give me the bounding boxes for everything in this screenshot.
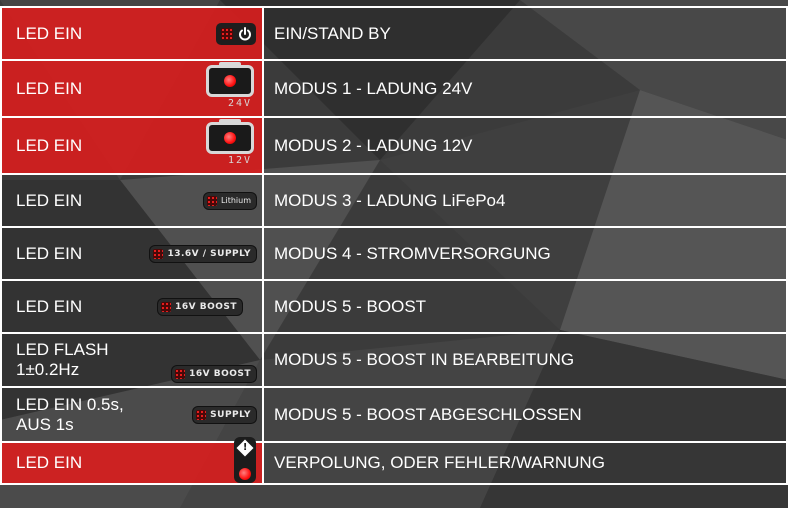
mode-cell: MODUS 5 - BOOST [264, 281, 788, 332]
table-row: LED FLASH 1±0.2Hz 16V BOOST MODUS 5 - BO… [0, 334, 788, 388]
icon-label: 16V BOOST [175, 301, 237, 312]
table-row: LED EIN 13.6V / SUPPLY MODUS 4 - STROMVE… [0, 228, 788, 281]
battery-24v-icon: 24V [204, 61, 256, 113]
boost-16v-led-icon: 16V BOOST [172, 366, 256, 382]
mode-cell: EIN/STAND BY [264, 8, 788, 59]
mode-cell: MODUS 5 - BOOST IN BEARBEITUNG [264, 334, 788, 386]
mode-cell: MODUS 5 - BOOST ABGESCHLOSSEN [264, 388, 788, 441]
table-row: LED EIN Lithium MODUS 3 - LADUNG LiFePo4 [0, 175, 788, 228]
icon-label: 13.6V / SUPPLY [167, 248, 251, 259]
battery-voltage-label: 12V [227, 154, 252, 166]
table-row: LED EIN 16V BOOST MODUS 5 - BOOST [0, 281, 788, 334]
led-state-text: LED EIN [16, 453, 83, 472]
led-state-text: LED EIN [16, 78, 83, 98]
mode-cell: MODUS 2 - LADUNG 12V [264, 118, 788, 173]
led-state-cell: LED EIN 16V BOOST [0, 281, 264, 332]
mode-cell: MODUS 4 - STROMVERSORGUNG [264, 228, 788, 279]
led-state-cell: LED EIN 12V [0, 118, 264, 173]
icon-label: 16V BOOST [189, 369, 251, 379]
table-row: LED EIN EIN/STAND BY [0, 8, 788, 61]
table-row: LED EIN 12V MODUS 2 - LADUNG 12V [0, 118, 788, 175]
led-state-cell: LED EIN Lithium [0, 175, 264, 226]
led-state-cell: LED EIN 0.5s, AUS 1s SUPPLY [0, 388, 264, 441]
supply-13-6v-led-icon: 13.6V / SUPPLY [150, 245, 256, 262]
icon-label: Lithium [221, 196, 251, 205]
table-row: LED EIN ! VERPOLUNG, ODER FEHLER/WARNUNG [0, 437, 788, 485]
lithium-led-icon: Lithium [204, 192, 256, 209]
led-state-text: LED EIN [16, 135, 83, 155]
led-state-text: LED EIN [16, 190, 83, 210]
table-row: LED EIN 24V MODUS 1 - LADUNG 24V [0, 61, 788, 118]
supply-led-icon: SUPPLY [193, 406, 256, 423]
mode-cell: MODUS 3 - LADUNG LiFePo4 [264, 175, 788, 226]
battery-voltage-label: 24V [227, 97, 252, 109]
led-state-text: LED EIN [16, 296, 83, 316]
led-state-text: LED EIN [16, 23, 83, 43]
led-state-text: LED EIN 0.5s, AUS 1s [16, 394, 124, 434]
power-led-icon [216, 22, 256, 45]
mode-cell: MODUS 1 - LADUNG 24V [264, 61, 788, 116]
led-state-cell: LED FLASH 1±0.2Hz 16V BOOST [0, 334, 264, 386]
led-state-cell: LED EIN 13.6V / SUPPLY [0, 228, 264, 279]
mode-cell: VERPOLUNG, ODER FEHLER/WARNUNG [264, 443, 788, 483]
led-state-cell: LED EIN ! [0, 437, 264, 483]
led-state-cell: LED EIN 24V [0, 61, 264, 116]
warning-led-icon: ! [234, 437, 256, 483]
boost-16v-led-icon: 16V BOOST [158, 298, 242, 315]
battery-12v-icon: 12V [204, 118, 256, 170]
led-status-table: LED EIN EIN/STAND BY LED EIN 24V MODUS 1… [0, 6, 788, 485]
icon-label: SUPPLY [210, 409, 251, 420]
table-row: LED EIN 0.5s, AUS 1s SUPPLY MODUS 5 - BO… [0, 388, 788, 443]
led-state-text: LED EIN [16, 243, 83, 263]
led-state-text: LED FLASH 1±0.2Hz [16, 340, 109, 379]
led-state-cell: LED EIN [0, 8, 264, 59]
